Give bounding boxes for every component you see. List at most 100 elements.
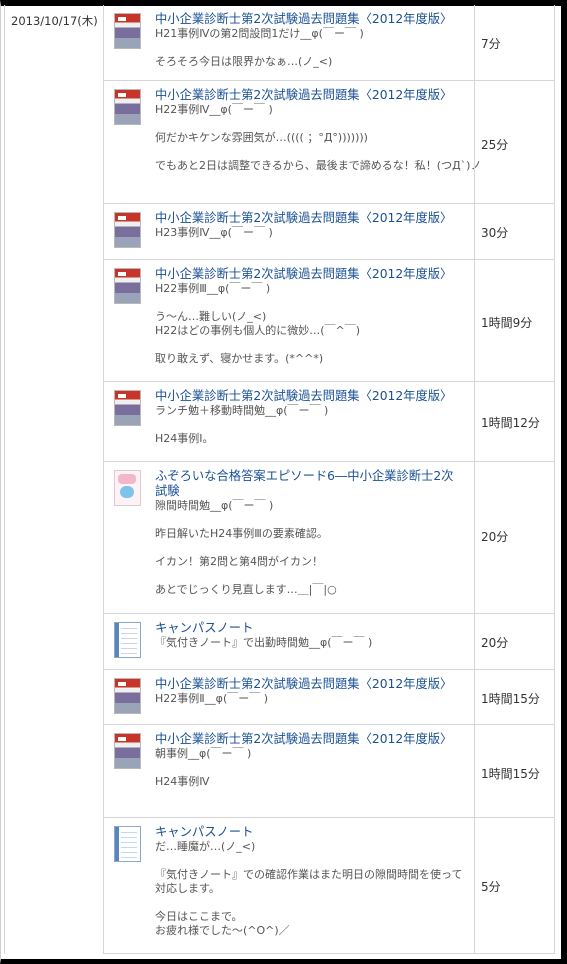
memo-line: 『気付きノート』での確認作業はまた明日の隙間時間を使って [155, 868, 463, 881]
memo-line: だ…睡魔が…(ノ_<) [155, 840, 256, 853]
study-time: 7分 [481, 37, 501, 51]
book-icon[interactable] [114, 268, 141, 304]
book-icon[interactable] [114, 89, 141, 125]
memo-line: 朝事例__φ(￣ー￣ ) [155, 747, 252, 760]
log-entry: キャンパスノート 『気付きノート』で出勤時間勉__φ(￣ー￣ ) 20分 [104, 614, 555, 670]
entry-content: 中小企業診断士第2次試験過去問題集〈2012年度版〉 ランチ勉＋移動時間勉__φ(… [155, 389, 465, 446]
time-cell: 1時間9分 [474, 260, 555, 381]
memo-line: H24事例Ⅳ [155, 775, 210, 788]
book-title-link[interactable]: ふぞろいな合格答案エピソード6―中小企業診断士2次試験 [155, 469, 465, 499]
log-entry: 中小企業診断士第2次試験過去問題集〈2012年度版〉 H22事例Ⅱ__φ(￣ー￣ … [104, 670, 555, 725]
memo-line: でもあと2日は調整できるから、最後まで諦めるな！私！(つД`)ノ [155, 159, 482, 172]
memo-line: H21事例Ⅳの第2問設問1だけ__φ(￣ー￣ ) [155, 27, 364, 40]
date-column: 2013/10/17(木) [4, 5, 104, 954]
log-entry: ふぞろいな合格答案エピソード6―中小企業診断士2次試験 隙間時間勉__φ(￣ー￣ … [104, 462, 555, 614]
memo-line: H22はどの事例も個人的に微妙…(￣^￣) [155, 324, 361, 337]
book-icon[interactable] [114, 390, 141, 426]
memo-line: あとでじっくり見直します…＿|￣|○ [155, 583, 337, 596]
memo-line: H22事例Ⅲ__φ(￣ー￣ ) [155, 282, 271, 295]
log-entry: キャンパスノート だ…睡魔が…(ノ_<) 『気付きノート』での確認作業はまた明日の隙… [104, 818, 555, 954]
manga-cover-icon[interactable] [114, 470, 141, 506]
date-label: 2013/10/17(木) [11, 14, 98, 28]
book-title-link[interactable]: 中小企業診断士第2次試験過去問題集〈2012年度版〉 [155, 389, 465, 404]
memo-line: 昨日解いたH24事例Ⅲの要素確認。 [155, 527, 328, 540]
memo-line: 対応します。 [155, 882, 220, 895]
entry-content: 中小企業診断士第2次試験過去問題集〈2012年度版〉 H22事例Ⅳ__φ(￣ー￣ … [155, 88, 482, 173]
study-time: 5分 [481, 880, 501, 894]
log-entry: 中小企業診断士第2次試験過去問題集〈2012年度版〉 H21事例Ⅳの第2問設問1だ… [104, 5, 555, 81]
memo-line: そろそろ今日は限界かなぁ…(ノ_<) [155, 55, 333, 68]
memo-line: お疲れ様でした〜(^O^)／ [155, 924, 290, 937]
log-entry: 中小企業診断士第2次試験過去問題集〈2012年度版〉 H22事例Ⅲ__φ(￣ー￣ … [104, 260, 555, 382]
book-title-link[interactable]: 中小企業診断士第2次試験過去問題集〈2012年度版〉 [155, 732, 465, 747]
memo-line: 『気付きノート』で出勤時間勉__φ(￣ー￣ ) [155, 636, 373, 649]
book-icon[interactable] [114, 212, 141, 248]
memo-line: ランチ勉＋移動時間勉__φ(￣ー￣ ) [155, 404, 329, 417]
time-cell: 25分 [474, 81, 555, 203]
book-title-link[interactable]: 中小企業診断士第2次試験過去問題集〈2012年度版〉 [155, 677, 465, 692]
study-time: 30分 [481, 226, 509, 240]
book-title-link[interactable]: キャンパスノート [155, 825, 465, 840]
memo-line: イカン！第2問と第4問がイカン！ [155, 555, 323, 568]
entry-content: 中小企業診断士第2次試験過去問題集〈2012年度版〉 H22事例Ⅲ__φ(￣ー￣ … [155, 267, 465, 366]
study-time: 1時間15分 [481, 692, 540, 706]
entry-content: 中小企業診断士第2次試験過去問題集〈2012年度版〉 H22事例Ⅱ__φ(￣ー￣ … [155, 677, 465, 706]
study-time: 1時間12分 [481, 416, 540, 430]
memo-line: 取り敢えず、寝かせます。(*^^*) [155, 352, 324, 365]
time-cell: 1時間15分 [474, 725, 555, 817]
memo-line: H22事例Ⅱ__φ(￣ー￣ ) [155, 692, 269, 705]
time-cell: 1時間12分 [474, 382, 555, 461]
book-icon[interactable] [114, 678, 141, 714]
study-time: 1時間15分 [481, 767, 540, 781]
log-entry: 中小企業診断士第2次試験過去問題集〈2012年度版〉 ランチ勉＋移動時間勉__φ(… [104, 382, 555, 462]
memo-line: 今日はここまで。 [155, 910, 243, 923]
entry-content: 中小企業診断士第2次試験過去問題集〈2012年度版〉 H21事例Ⅳの第2問設問1だ… [155, 12, 465, 69]
notebook-icon[interactable] [114, 622, 141, 658]
time-cell: 7分 [474, 5, 555, 80]
log-entry: 中小企業診断士第2次試験過去問題集〈2012年度版〉 H23事例Ⅳ__φ(￣ー￣ … [104, 204, 555, 260]
study-log-table: 2013/10/17(木) 中小企業診断士第2次試験過去問題集〈2012年度版〉… [4, 5, 555, 954]
time-cell: 5分 [474, 818, 555, 953]
memo-line: H22事例Ⅳ__φ(￣ー￣ ) [155, 103, 273, 116]
memo-line: 隙間時間勉__φ(￣ー￣ ) [155, 499, 274, 512]
time-cell: 20分 [474, 462, 555, 613]
study-time: 20分 [481, 530, 509, 544]
memo-line: 何だかキケンな雰囲気が…(((( ；°Д°))))))) [155, 131, 368, 144]
memo-line: う〜ん…難しい(ノ_<) [155, 310, 267, 323]
entry-content: 中小企業診断士第2次試験過去問題集〈2012年度版〉 朝事例__φ(￣ー￣ ) H2… [155, 732, 465, 789]
book-title-link[interactable]: 中小企業診断士第2次試験過去問題集〈2012年度版〉 [155, 267, 465, 282]
time-cell: 30分 [474, 204, 555, 259]
book-icon[interactable] [114, 13, 141, 49]
entry-content: キャンパスノート 『気付きノート』で出勤時間勉__φ(￣ー￣ ) [155, 621, 465, 650]
time-cell: 20分 [474, 614, 555, 669]
notebook-icon[interactable] [114, 826, 141, 862]
study-time: 20分 [481, 636, 509, 650]
memo-line: H24事例Ⅰ。 [155, 432, 214, 445]
book-title-link[interactable]: 中小企業診断士第2次試験過去問題集〈2012年度版〉 [155, 88, 465, 103]
book-title-link[interactable]: 中小企業診断士第2次試験過去問題集〈2012年度版〉 [155, 12, 465, 27]
log-entry: 中小企業診断士第2次試験過去問題集〈2012年度版〉 朝事例__φ(￣ー￣ ) H2… [104, 725, 555, 818]
memo-line: H23事例Ⅳ__φ(￣ー￣ ) [155, 226, 273, 239]
entry-content: 中小企業診断士第2次試験過去問題集〈2012年度版〉 H23事例Ⅳ__φ(￣ー￣ … [155, 211, 465, 240]
entry-content: ふぞろいな合格答案エピソード6―中小企業診断士2次試験 隙間時間勉__φ(￣ー￣ … [155, 469, 465, 597]
book-title-link[interactable]: キャンパスノート [155, 621, 465, 636]
book-title-link[interactable]: 中小企業診断士第2次試験過去問題集〈2012年度版〉 [155, 211, 465, 226]
time-cell: 1時間15分 [474, 670, 555, 724]
log-entry: 中小企業診断士第2次試験過去問題集〈2012年度版〉 H22事例Ⅳ__φ(￣ー￣ … [104, 81, 555, 204]
study-time: 1時間9分 [481, 316, 533, 330]
study-time: 25分 [481, 138, 509, 152]
entry-content: キャンパスノート だ…睡魔が…(ノ_<) 『気付きノート』での確認作業はまた明日の隙… [155, 825, 465, 938]
book-icon[interactable] [114, 733, 141, 769]
